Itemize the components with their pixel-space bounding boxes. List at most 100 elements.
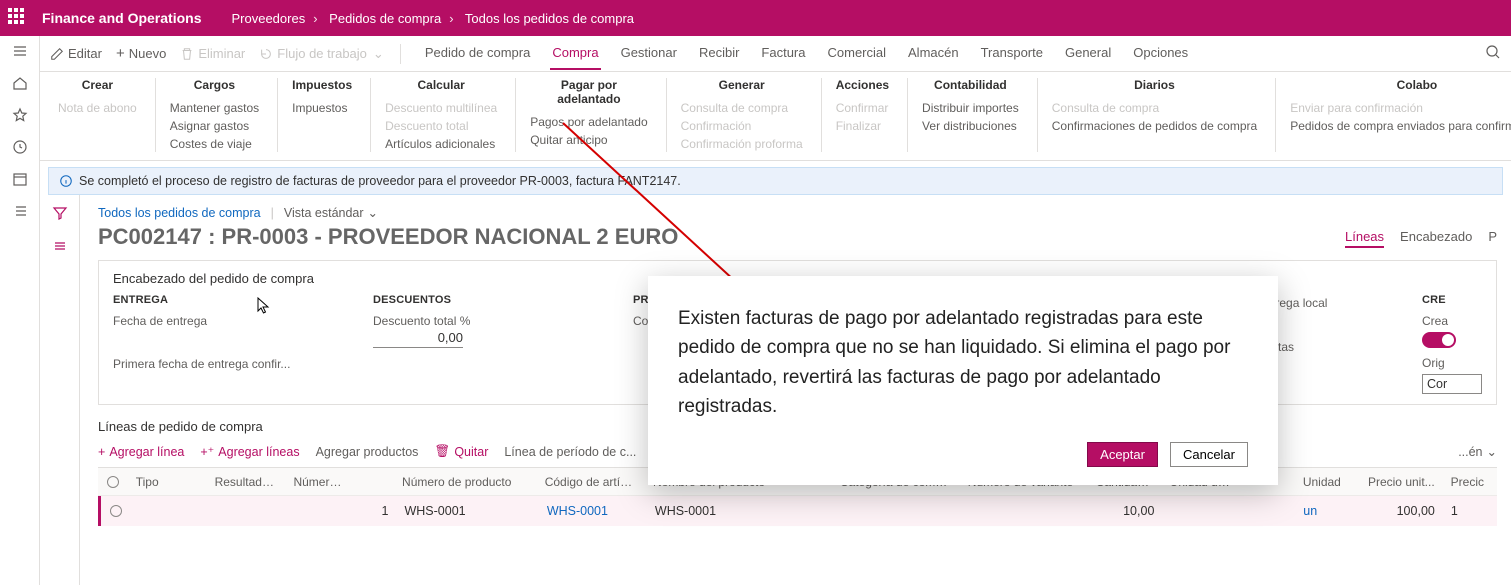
calendar-icon[interactable]: [11, 170, 29, 188]
tab-gestionar[interactable]: Gestionar: [619, 37, 679, 70]
all-pos-link[interactable]: Todos los pedidos de compra: [98, 206, 261, 220]
h-numero-producto[interactable]: Número de producto: [394, 475, 537, 489]
period-line-button[interactable]: Línea de período de c...: [504, 444, 636, 459]
tab-factura[interactable]: Factura: [759, 37, 807, 70]
info-bar: Se completó el proceso de registro de fa…: [48, 167, 1503, 195]
breadcrumb-2[interactable]: Pedidos de compra: [329, 11, 441, 26]
ribbon-item[interactable]: Mantener gastos: [170, 100, 259, 116]
ribbon-group-head: Pagar por adelantado: [530, 78, 647, 106]
ribbon-item[interactable]: Artículos adicionales: [385, 136, 497, 152]
ribbon-item[interactable]: Costes de viaje: [170, 136, 259, 152]
ribbon-item: Consulta de compra: [1052, 100, 1257, 116]
breadcrumb-1[interactable]: Proveedores: [231, 11, 305, 26]
h-numero-d[interactable]: Número d...: [285, 475, 354, 489]
add-lines-button[interactable]: +⁺Agregar líneas: [200, 444, 299, 459]
ribbon-group: AccionesConfirmarFinalizar: [822, 78, 908, 152]
h-precio2[interactable]: Precic: [1443, 475, 1497, 489]
topbar: Finance and Operations Proveedores› Pedi…: [0, 0, 1511, 36]
descuentos-head: DESCUENTOS: [373, 294, 573, 306]
search-icon[interactable]: [1485, 44, 1501, 63]
ribbon-item[interactable]: Ver distribuciones: [922, 118, 1019, 134]
workflow-button: Flujo de trabajo⌄: [259, 46, 384, 62]
h-unidad[interactable]: Unidad: [1295, 475, 1359, 489]
ribbon-item[interactable]: Pagos por adelantado: [530, 114, 647, 130]
row-precio-unit[interactable]: 100,00: [1359, 504, 1443, 518]
home-icon[interactable]: [11, 74, 29, 92]
ribbon-item[interactable]: Pedidos de compra enviados para confirma…: [1290, 118, 1511, 134]
add-products-button[interactable]: Agregar productos: [316, 444, 419, 459]
view-selector[interactable]: Vista estándar⌄: [284, 205, 378, 220]
filter-icon[interactable]: [52, 205, 68, 224]
ribbon-item[interactable]: Impuestos: [292, 100, 352, 116]
h-codigo[interactable]: Código de artículo: [537, 475, 645, 489]
command-bar: Editar +Nuevo Eliminar Flujo de trabajo⌄…: [40, 36, 1511, 72]
tab-almacen[interactable]: Almacén: [906, 37, 961, 70]
remove-line-button[interactable]: 🗑Quitar: [434, 444, 488, 459]
add-line-button[interactable]: +Agregar línea: [98, 444, 184, 459]
tab-compra[interactable]: Compra: [550, 37, 600, 70]
ribbon: CrearNota de abonoCargosMantener gastosA…: [40, 72, 1511, 161]
fecha-entrega-value[interactable]: [113, 328, 313, 347]
tab-p[interactable]: P: [1488, 227, 1497, 248]
new-button[interactable]: +Nuevo: [116, 45, 166, 62]
ribbon-item: Enviar para confirmación: [1290, 100, 1511, 116]
page-title: PC002147 : PR-0003 - PROVEEDOR NACIONAL …: [98, 224, 678, 250]
tab-recibir[interactable]: Recibir: [697, 37, 741, 70]
hamburger-icon[interactable]: [11, 42, 29, 60]
ribbon-item[interactable]: Quitar anticipo: [530, 132, 647, 148]
form-crumb: Todos los pedidos de compra | Vista está…: [98, 205, 1497, 220]
waffle-icon[interactable]: [8, 8, 28, 28]
fecha-entrega-label: Fecha de entrega: [113, 314, 313, 328]
crea-label: Crea: [1422, 314, 1482, 328]
ribbon-item: Confirmación proforma: [681, 136, 803, 152]
clock-icon[interactable]: [11, 138, 29, 156]
tab-comercial[interactable]: Comercial: [826, 37, 889, 70]
crea-toggle[interactable]: [1422, 332, 1456, 348]
ribbon-group-head: Diarios: [1052, 78, 1257, 92]
tab-header[interactable]: Encabezado: [1400, 227, 1472, 248]
select-all-radio[interactable]: [98, 476, 128, 488]
ribbon-group: CargosMantener gastosAsignar gastosCoste…: [156, 78, 278, 152]
edit-label: Editar: [68, 46, 102, 61]
ribbon-group: Diarios Consulta de compra Confirmaciones …: [1038, 78, 1276, 152]
ribbon-item[interactable]: Distribuir importes: [922, 100, 1019, 116]
row-codigo[interactable]: WHS-0001: [539, 504, 647, 518]
tab-lines[interactable]: Líneas: [1345, 227, 1384, 248]
confirm-dialog: Existen facturas de pago por adelantado …: [648, 276, 1278, 485]
delete-label: Eliminar: [198, 46, 245, 61]
descuento-total-value[interactable]: 0,00: [373, 328, 463, 348]
form-side-rail: [40, 195, 80, 585]
ribbon-group-head: Generar: [681, 78, 803, 92]
view-label: Vista estándar: [284, 206, 364, 220]
app-title: Finance and Operations: [42, 10, 201, 26]
row-num-producto[interactable]: WHS-0001: [396, 504, 538, 518]
h-resultados[interactable]: Resultados...: [207, 475, 286, 489]
ribbon-item: Consulta de compra: [681, 100, 803, 116]
orig-select[interactable]: Cor: [1422, 374, 1482, 394]
ribbon-group-head: Colabo: [1290, 78, 1511, 92]
tab-general[interactable]: General: [1063, 37, 1113, 70]
ribbon-item[interactable]: Asignar gastos: [170, 118, 259, 134]
accept-button[interactable]: Aceptar: [1087, 442, 1158, 467]
row-radio[interactable]: [101, 505, 131, 517]
edit-button[interactable]: Editar: [50, 46, 102, 61]
star-icon[interactable]: [11, 106, 29, 124]
new-label: Nuevo: [129, 46, 167, 61]
list-icon[interactable]: [11, 202, 29, 220]
tab-transporte[interactable]: Transporte: [979, 37, 1045, 70]
workflow-label: Flujo de trabajo: [277, 46, 367, 61]
ribbon-group-head: Crear: [58, 78, 137, 92]
warehouse-dropdown[interactable]: ...én⌄: [1458, 444, 1497, 459]
h-precio-unit[interactable]: Precio unit...: [1359, 475, 1443, 489]
related-icon[interactable]: [52, 238, 68, 257]
table-row[interactable]: 1 WHS-0001 WHS-0001 WHS-0001 10,00 un 10…: [98, 496, 1497, 526]
cancel-button[interactable]: Cancelar: [1170, 442, 1248, 467]
tab-opciones[interactable]: Opciones: [1131, 37, 1190, 70]
tab-pedido[interactable]: Pedido de compra: [423, 37, 533, 70]
row-unidad[interactable]: un: [1295, 504, 1359, 518]
h-tipo[interactable]: Tipo: [128, 475, 207, 489]
ribbon-item[interactable]: Confirmaciones de pedidos de compra: [1052, 118, 1257, 134]
row-cantidad[interactable]: 10,00: [1089, 504, 1163, 518]
breadcrumb-3[interactable]: Todos los pedidos de compra: [465, 11, 634, 26]
cre-head: CRE: [1422, 294, 1482, 306]
